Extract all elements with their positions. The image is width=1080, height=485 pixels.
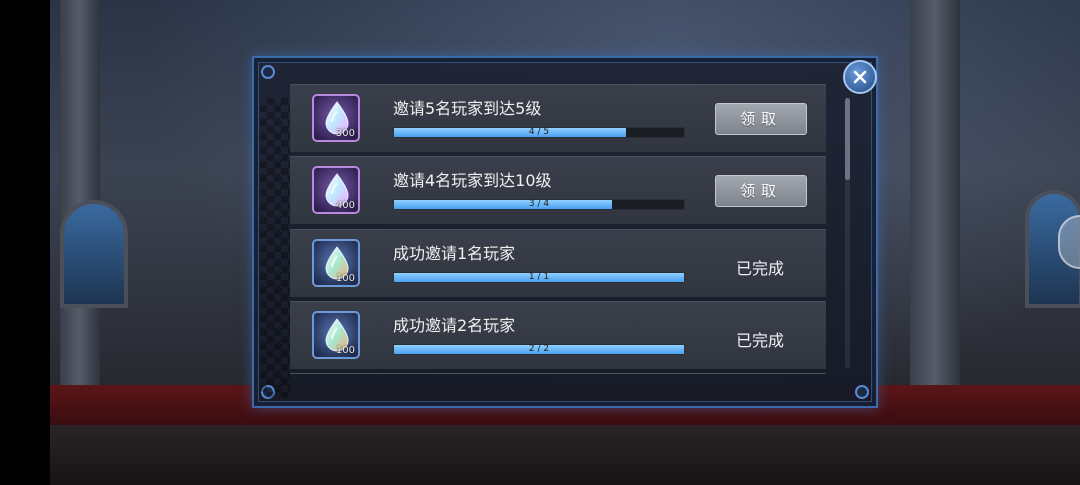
background-floor bbox=[50, 425, 1080, 485]
panel-side-pattern bbox=[260, 98, 290, 398]
progress-text: 3 / 4 bbox=[528, 199, 550, 209]
progress-text: 4 / 5 bbox=[528, 127, 550, 137]
panel-corner-ornament bbox=[261, 65, 275, 79]
close-button[interactable] bbox=[843, 60, 877, 94]
task-list: 300 邀请5名玩家到达5级 4 / 5 领取 400 邀请4名玩家到达10级 … bbox=[290, 84, 826, 374]
completed-label: 已完成 bbox=[736, 259, 785, 278]
progress-bar: 4 / 5 bbox=[393, 127, 685, 138]
reward-quantity: 100 bbox=[335, 345, 355, 356]
task-title: 邀请5名玩家到达5级 bbox=[393, 99, 542, 118]
background-pillar bbox=[910, 0, 960, 385]
task-row: 300 邀请5名玩家到达5级 4 / 5 领取 bbox=[290, 84, 826, 152]
panel-corner-ornament bbox=[855, 385, 869, 399]
progress-bar: 1 / 1 bbox=[393, 272, 685, 283]
scrollbar-thumb[interactable] bbox=[845, 98, 850, 180]
completed-label: 已完成 bbox=[736, 331, 785, 350]
task-row: 400 邀请4名玩家到达10级 3 / 4 领取 bbox=[290, 156, 826, 224]
reward-quantity: 400 bbox=[335, 200, 355, 211]
task-row-partial bbox=[290, 373, 826, 374]
background-pillar bbox=[60, 0, 100, 385]
reward-item[interactable]: 400 bbox=[312, 166, 360, 214]
progress-text: 2 / 2 bbox=[528, 344, 550, 354]
reward-item[interactable]: 100 bbox=[312, 239, 360, 287]
close-icon bbox=[853, 70, 867, 84]
reward-quantity: 100 bbox=[335, 273, 355, 284]
progress-bar: 3 / 4 bbox=[393, 199, 685, 210]
claim-button[interactable]: 领取 bbox=[715, 103, 807, 135]
progress-bar: 2 / 2 bbox=[393, 344, 685, 355]
background-window bbox=[60, 200, 128, 308]
progress-text: 1 / 1 bbox=[528, 272, 550, 282]
claim-button[interactable]: 领取 bbox=[715, 175, 807, 207]
reward-item[interactable]: 100 bbox=[312, 311, 360, 359]
task-title: 邀请4名玩家到达10级 bbox=[393, 171, 552, 190]
task-row: 100 成功邀请1名玩家 1 / 1 已完成 bbox=[290, 229, 826, 297]
task-row: 100 成功邀请2名玩家 2 / 2 已完成 bbox=[290, 301, 826, 369]
reward-quantity: 300 bbox=[335, 128, 355, 139]
reward-item[interactable]: 300 bbox=[312, 94, 360, 142]
task-title: 成功邀请1名玩家 bbox=[393, 244, 516, 263]
task-title: 成功邀请2名玩家 bbox=[393, 316, 516, 335]
